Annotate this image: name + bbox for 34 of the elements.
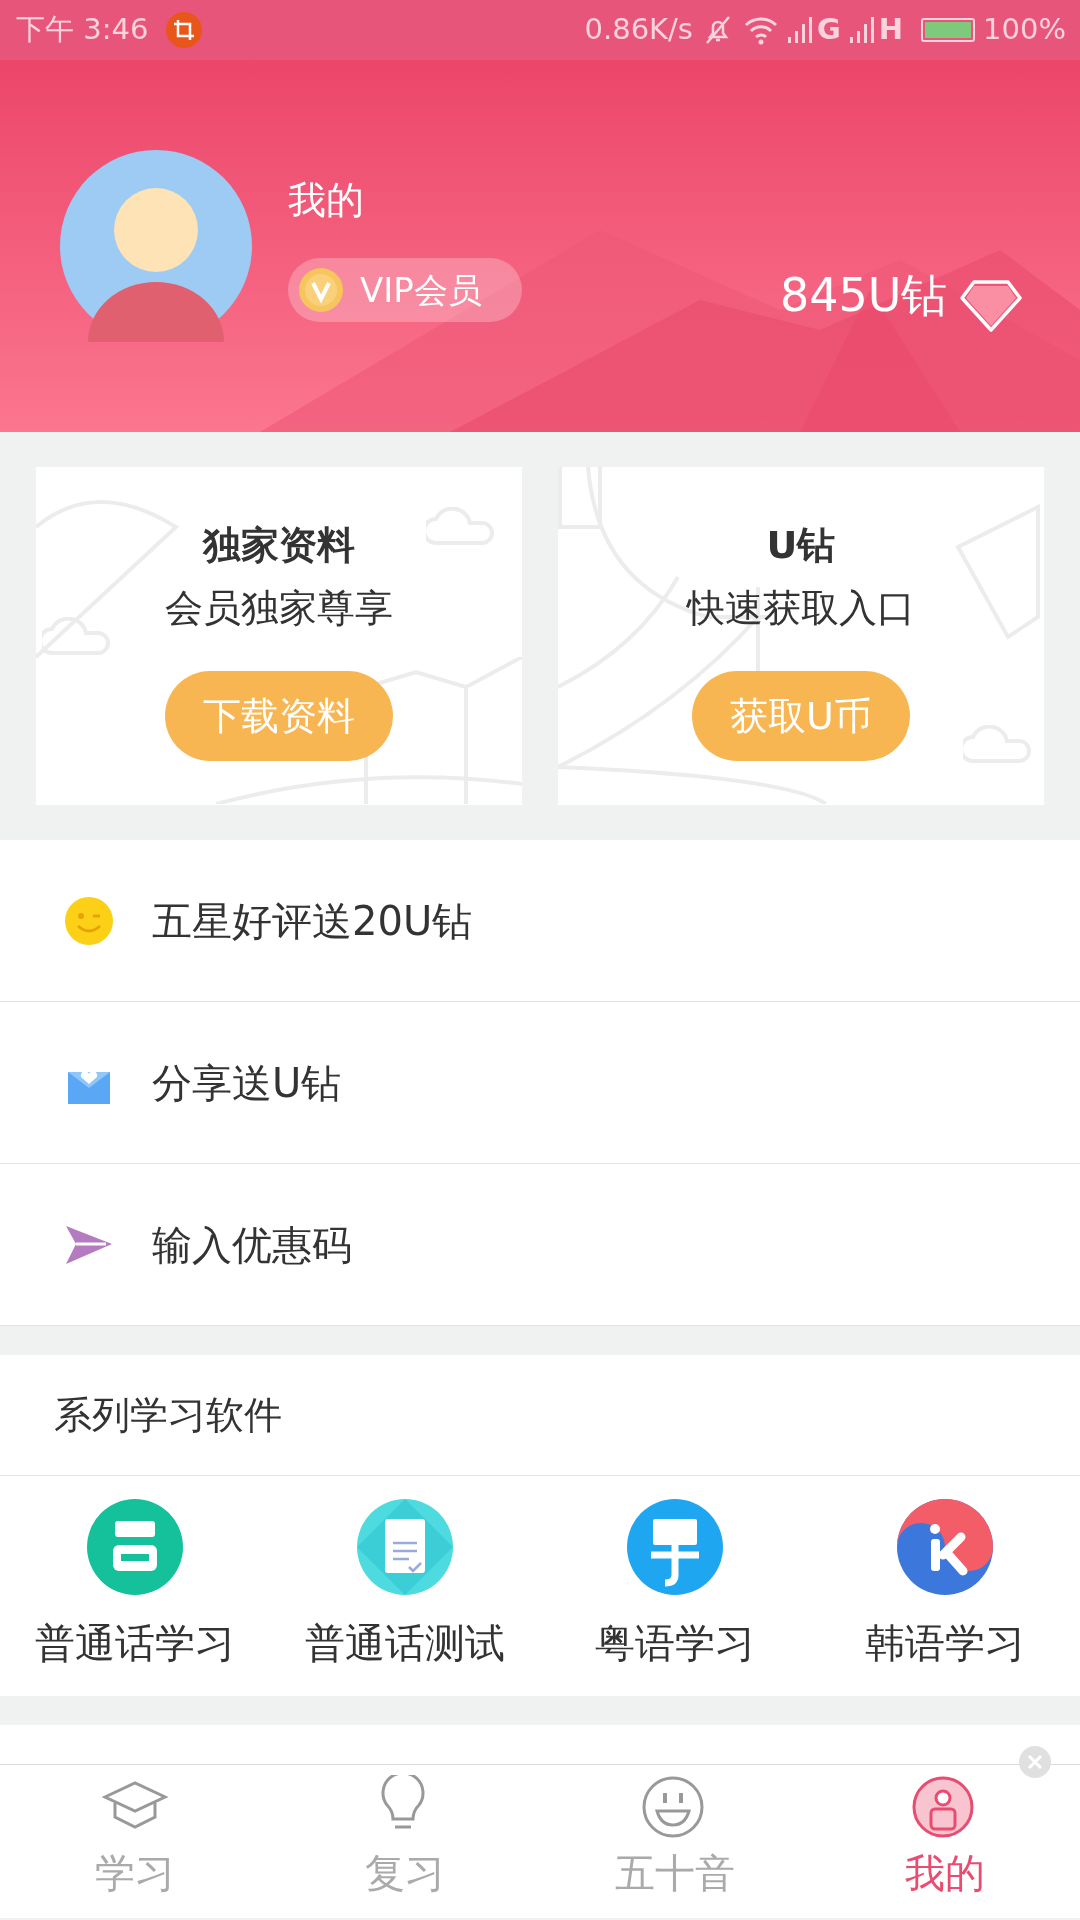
k-logo-icon xyxy=(897,1499,993,1595)
network-type: H xyxy=(878,11,904,49)
battery-icon xyxy=(921,18,976,42)
tab[interactable]: 我的 xyxy=(810,1765,1080,1918)
coin-icon xyxy=(298,267,344,313)
diamond-balance: 845U钻 xyxy=(780,272,948,318)
card-title: 独家资料 xyxy=(203,522,355,569)
network-speed: 0.86K/s xyxy=(584,11,693,49)
avatar-icon xyxy=(60,150,252,342)
section-title: 系列学习软件 xyxy=(0,1355,1080,1476)
glyph-badge-icon xyxy=(627,1499,723,1595)
card-title: U钻 xyxy=(766,522,836,569)
badge-label: VIP会员 xyxy=(360,268,482,312)
card-subtitle: 快速获取入口 xyxy=(687,585,915,632)
menu-item[interactable]: 输入优惠码 xyxy=(0,1164,1080,1326)
smiley-icon xyxy=(64,895,114,946)
app-shortcut[interactable]: 韩语学习 xyxy=(810,1499,1080,1673)
signal-icon xyxy=(848,15,877,45)
app-shortcut[interactable]: 普通话学习 xyxy=(0,1499,270,1673)
status-time: 下午 3:46 xyxy=(16,11,149,49)
speech-bubble-icon xyxy=(87,1499,183,1595)
battery-percent: 100% xyxy=(983,11,1066,49)
diamond-icon xyxy=(960,280,1022,332)
card-subtitle: 会员独家尊享 xyxy=(165,585,393,632)
app-shortcut[interactable]: 粤语学习 xyxy=(540,1499,810,1673)
wifi-icon xyxy=(743,15,779,45)
menu-item[interactable]: 五星好评送20U钻 xyxy=(0,840,1080,1002)
user-name: 我的 xyxy=(288,177,364,224)
signal-icon xyxy=(787,15,815,45)
network-type: G xyxy=(817,11,841,49)
document-icon xyxy=(357,1499,453,1595)
app-shortcut[interactable]: 普通话测试 xyxy=(270,1499,540,1673)
crop-icon xyxy=(166,12,203,48)
menu-item[interactable]: 分享送U钻 xyxy=(0,1002,1080,1164)
